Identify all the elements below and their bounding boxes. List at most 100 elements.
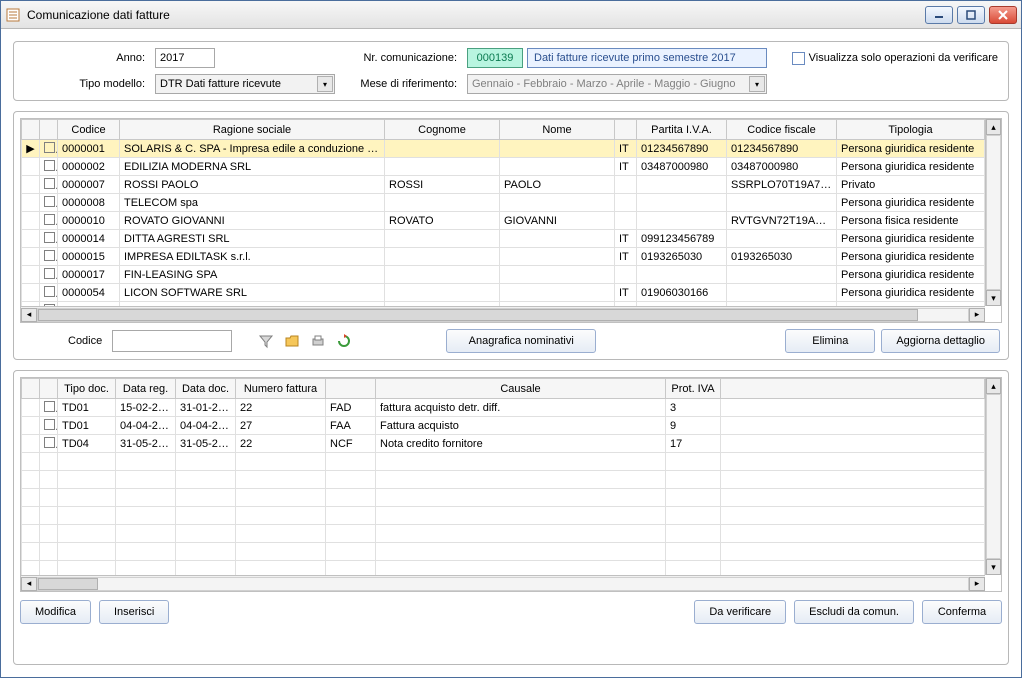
row-checkbox[interactable] — [44, 419, 55, 430]
row-checkbox[interactable] — [44, 214, 55, 225]
row-checkbox[interactable] — [44, 437, 55, 448]
table-row[interactable] — [22, 507, 985, 525]
mese-select[interactable] — [467, 74, 767, 94]
chevron-down-icon[interactable]: ▾ — [317, 76, 333, 92]
column-header[interactable] — [40, 120, 58, 140]
tipo-modello-select[interactable] — [155, 74, 335, 94]
row-checkbox[interactable] — [44, 286, 55, 297]
mese-label: Mese di riferimento: — [341, 78, 461, 90]
tipo-modello-label: Tipo modello: — [24, 78, 149, 90]
table-row[interactable]: 0000008TELECOM spaPersona giuridica resi… — [22, 194, 985, 212]
column-header[interactable] — [40, 379, 58, 399]
table-row[interactable]: 0000015IMPRESA EDILTASK s.r.l.IT01932650… — [22, 248, 985, 266]
main-grid[interactable]: CodiceRagione socialeCognomeNome Partita … — [20, 118, 1002, 323]
main-grid-panel: CodiceRagione socialeCognomeNomePartita … — [13, 111, 1009, 360]
horizontal-scrollbar[interactable]: ◂ ▸ — [21, 575, 985, 591]
column-header[interactable] — [326, 379, 376, 399]
column-header[interactable]: Ragione sociale — [120, 120, 385, 140]
column-header[interactable] — [22, 120, 40, 140]
verify-checkbox-wrap[interactable]: Visualizza solo operazioni da verificare — [792, 52, 998, 65]
column-header[interactable]: Causale — [376, 379, 666, 399]
column-header[interactable]: Data doc. — [176, 379, 236, 399]
refresh-icon[interactable] — [334, 331, 354, 351]
table-row[interactable]: TD0115-02-201731-01-201722FADfattura acq… — [22, 399, 985, 417]
row-indicator: ▶ — [22, 140, 40, 158]
vertical-scrollbar[interactable]: ▴ ▾ — [985, 378, 1001, 575]
conferma-button[interactable]: Conferma — [922, 600, 1002, 624]
row-checkbox[interactable] — [44, 268, 55, 279]
escludi-button[interactable]: Escludi da comun. — [794, 600, 914, 624]
scroll-left-icon[interactable]: ◂ — [21, 308, 37, 322]
vertical-scrollbar[interactable]: ▴ ▾ — [985, 119, 1001, 306]
table-row[interactable]: TD0431-05-201731-05-201722NCFNota credit… — [22, 435, 985, 453]
scroll-down-icon[interactable]: ▾ — [986, 290, 1001, 306]
aggiorna-button[interactable]: Aggiorna dettaglio — [881, 329, 1000, 353]
column-header[interactable]: Data reg. — [116, 379, 176, 399]
scroll-right-icon[interactable]: ▸ — [969, 577, 985, 591]
column-header[interactable]: Tipo doc. — [58, 379, 116, 399]
minimize-button[interactable] — [925, 6, 953, 24]
footer-buttons: Modifica Inserisci Da verificare Escludi… — [20, 592, 1002, 624]
column-header[interactable]: Partita I.V.A. — [637, 120, 727, 140]
codice-label: Codice — [68, 335, 106, 347]
row-indicator — [22, 248, 40, 266]
anno-input[interactable] — [155, 48, 215, 68]
table-row[interactable] — [22, 561, 985, 576]
table-row[interactable]: ▶0000001SOLARIS & C. SPA - Impresa edile… — [22, 140, 985, 158]
table-row[interactable] — [22, 453, 985, 471]
column-header[interactable]: Codice — [58, 120, 120, 140]
scroll-left-icon[interactable]: ◂ — [21, 577, 37, 591]
table-row[interactable]: 0000054LICON SOFTWARE SRLIT01906030166Pe… — [22, 284, 985, 302]
codice-input[interactable] — [112, 330, 232, 352]
app-icon — [5, 7, 21, 23]
scroll-right-icon[interactable]: ▸ — [969, 308, 985, 322]
row-checkbox[interactable] — [44, 250, 55, 261]
maximize-button[interactable] — [957, 6, 985, 24]
inserisci-button[interactable]: Inserisci — [99, 600, 169, 624]
row-indicator — [22, 266, 40, 284]
table-row[interactable]: TD0104-04-201704-04-201727FAAFattura acq… — [22, 417, 985, 435]
scroll-down-icon[interactable]: ▾ — [986, 559, 1001, 575]
detail-grid[interactable]: Tipo doc.Data reg.Data doc.Numero fattur… — [20, 377, 1002, 592]
column-header[interactable]: Prot. IVA — [666, 379, 721, 399]
row-indicator — [22, 176, 40, 194]
row-checkbox[interactable] — [44, 196, 55, 207]
chevron-down-icon[interactable]: ▾ — [749, 76, 765, 92]
print-icon[interactable] — [308, 331, 328, 351]
row-checkbox[interactable] — [44, 142, 55, 153]
modifica-button[interactable]: Modifica — [20, 600, 91, 624]
row-checkbox[interactable] — [44, 178, 55, 189]
elimina-button[interactable]: Elimina — [785, 329, 875, 353]
horizontal-scrollbar[interactable]: ◂ ▸ — [21, 306, 985, 322]
table-row[interactable]: 0000010ROVATO GIOVANNIROVATOGIOVANNIRVTG… — [22, 212, 985, 230]
column-header[interactable] — [22, 379, 40, 399]
column-header[interactable]: Codice fiscale — [727, 120, 837, 140]
column-header[interactable]: Numero fattura — [236, 379, 326, 399]
row-indicator — [22, 284, 40, 302]
row-checkbox[interactable] — [44, 401, 55, 412]
table-row[interactable] — [22, 525, 985, 543]
close-button[interactable] — [989, 6, 1017, 24]
table-row[interactable]: 0000014DITTA AGRESTI SRLIT099123456789Pe… — [22, 230, 985, 248]
table-row[interactable]: 0000007ROSSI PAOLOROSSIPAOLOSSRPLO70T19A… — [22, 176, 985, 194]
folder-icon[interactable] — [282, 331, 302, 351]
row-checkbox[interactable] — [44, 232, 55, 243]
column-header[interactable]: Tipologia — [837, 120, 985, 140]
anagrafica-button[interactable]: Anagrafica nominativi — [446, 329, 596, 353]
verify-label: Visualizza solo operazioni da verificare — [809, 52, 998, 64]
da-verificare-button[interactable]: Da verificare — [694, 600, 786, 624]
table-row[interactable] — [22, 543, 985, 561]
table-row[interactable] — [22, 489, 985, 507]
row-checkbox[interactable] — [44, 160, 55, 171]
scroll-up-icon[interactable]: ▴ — [986, 119, 1001, 135]
table-row[interactable] — [22, 471, 985, 489]
column-header[interactable]: Nome — [500, 120, 615, 140]
table-row[interactable]: 0000017FIN-LEASING SPAPersona giuridica … — [22, 266, 985, 284]
filter-icon[interactable] — [256, 331, 276, 351]
table-row[interactable]: 0000002EDILIZIA MODERNA SRLIT03487000980… — [22, 158, 985, 176]
verify-checkbox[interactable] — [792, 52, 805, 65]
scroll-up-icon[interactable]: ▴ — [986, 378, 1001, 394]
column-header[interactable]: Cognome — [385, 120, 500, 140]
column-header[interactable] — [721, 379, 985, 399]
column-header[interactable] — [615, 120, 637, 140]
